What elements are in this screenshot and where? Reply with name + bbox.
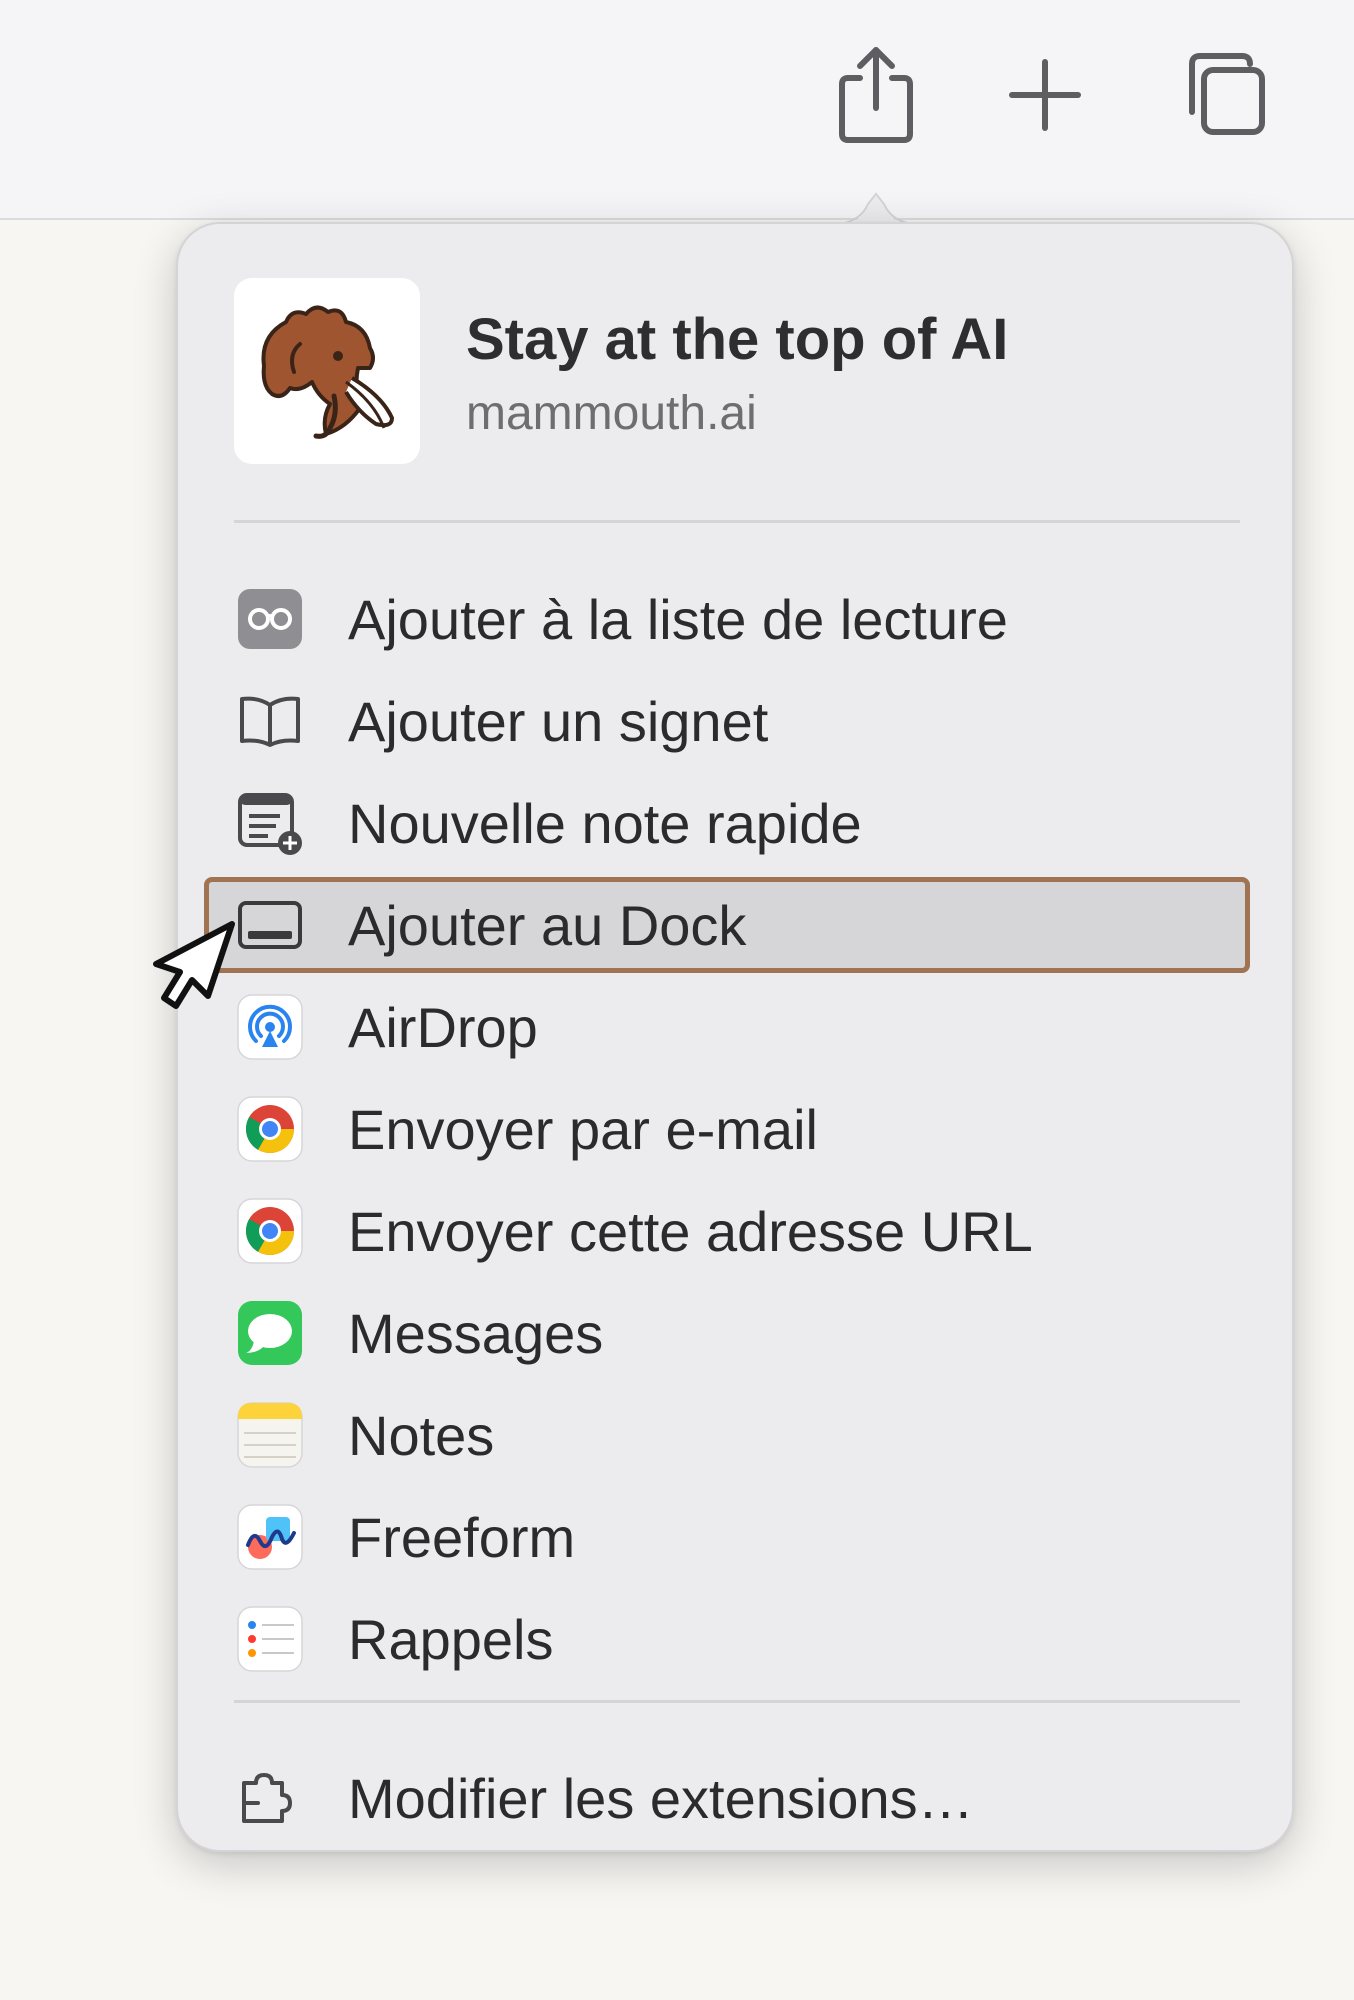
edit-extensions-label: Modifier les extensions… [348,1767,974,1830]
menu-item-label: Envoyer par e-mail [348,1097,818,1161]
share-actions-list: Ajouter à la liste de lecture Ajouter un… [178,568,1292,1690]
menu-item-notes[interactable]: Notes [178,1384,1292,1486]
reminders-icon [236,1605,304,1673]
chrome-icon [236,1095,304,1163]
menu-item-label: Ajouter au Dock [348,893,747,957]
menu-item-label: AirDrop [348,995,538,1059]
share-sheet: Stay at the top of AI mammouth.ai Ajoute… [176,222,1294,1852]
freeform-icon [236,1503,304,1571]
menu-item-label: Notes [348,1403,495,1467]
quick-note-icon [236,789,304,857]
menu-item-freeform[interactable]: Freeform [178,1486,1292,1588]
dock-icon [236,891,304,959]
menu-item-label: Envoyer cette adresse URL [348,1199,1033,1263]
menu-item-label: Nouvelle note rapide [348,791,862,855]
site-preview: Stay at the top of AI mammouth.ai [234,278,1214,466]
chrome-icon [236,1197,304,1265]
divider [234,520,1240,523]
menu-item-label: Messages [348,1301,604,1365]
menu-item-label: Ajouter à la liste de lecture [348,587,1008,651]
menu-item-reminders[interactable]: Rappels [178,1588,1292,1690]
menu-item-label: Ajouter un signet [348,689,769,753]
edit-extensions-item[interactable]: Modifier les extensions… [178,1748,1292,1850]
menu-item-add-to-dock[interactable]: Ajouter au Dock [178,874,1292,976]
site-domain: mammouth.ai [466,387,757,440]
mammoth-icon [261,305,394,439]
site-title: Stay at the top of AI [466,307,1009,372]
menu-item-reading-list[interactable]: Ajouter à la liste de lecture [178,568,1292,670]
menu-item-send-url[interactable]: Envoyer cette adresse URL [178,1180,1292,1282]
site-thumbnail [234,278,420,464]
messages-icon [236,1299,304,1367]
airdrop-icon [236,993,304,1061]
new-tab-button[interactable] [1002,52,1088,138]
plus-icon [1009,59,1081,131]
reading-list-icon [236,585,304,653]
extensions-icon [236,1765,304,1833]
menu-item-bookmark[interactable]: Ajouter un signet [178,670,1292,772]
divider [234,1700,1240,1703]
browser-toolbar [0,0,1354,220]
mouse-pointer-icon [153,921,235,1009]
tabs-icon [1189,53,1265,135]
menu-item-airdrop[interactable]: AirDrop [178,976,1292,1078]
tab-overview-button[interactable] [1176,50,1272,140]
menu-item-messages[interactable]: Messages [178,1282,1292,1384]
bookmark-book-icon [236,687,304,755]
menu-item-label: Rappels [348,1607,554,1671]
menu-item-send-email[interactable]: Envoyer par e-mail [178,1078,1292,1180]
notes-icon [236,1401,304,1469]
share-icon [839,47,913,143]
menu-item-quick-note[interactable]: Nouvelle note rapide [178,772,1292,874]
menu-item-label: Freeform [348,1505,576,1569]
share-button[interactable] [830,42,922,146]
